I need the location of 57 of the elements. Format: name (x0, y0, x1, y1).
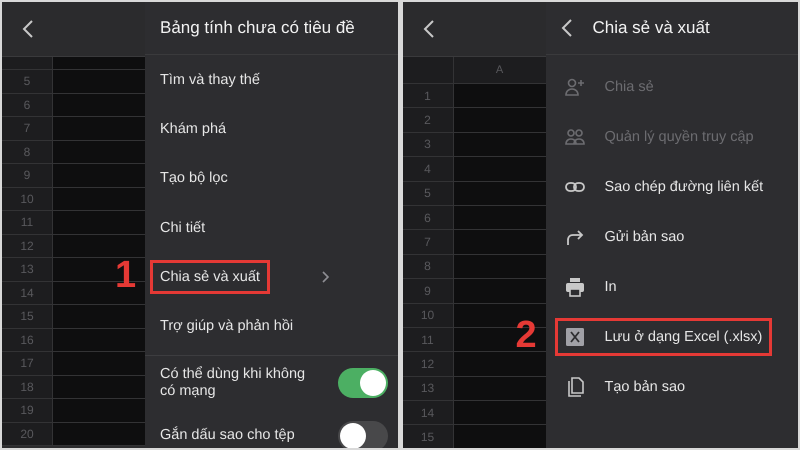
menu-item[interactable]: Tạo bộ lọc (160, 170, 228, 186)
row-number: 14 (402, 401, 454, 426)
row-number: 15 (402, 425, 454, 448)
menu-item[interactable]: Trợ giúp và phản hồi (160, 318, 294, 334)
row-number: 17 (2, 352, 53, 376)
row-number: 14 (2, 282, 53, 305)
menu-item[interactable]: Sao chép đường liên kết (604, 179, 764, 195)
back-icon[interactable] (422, 20, 434, 38)
row-number: 10 (2, 188, 53, 211)
row-number: 13 (2, 258, 53, 282)
people-icon (564, 127, 584, 147)
row-number: 16 (2, 328, 53, 352)
row-number: 7 (2, 117, 53, 140)
step-number: 2 (516, 314, 537, 357)
printer-icon (564, 277, 584, 297)
row-number: 5 (2, 70, 53, 94)
menu-item[interactable]: Tìm và thay thế (160, 72, 260, 88)
row-number: 1 (402, 84, 454, 108)
spreadsheet-file-icon (564, 327, 584, 347)
row-number: 6 (2, 94, 53, 117)
back-icon[interactable] (560, 19, 572, 37)
row-number: 12 (2, 234, 53, 258)
row-number: 6 (402, 206, 454, 230)
row-number: 3 (402, 132, 454, 158)
row-number: 15 (2, 305, 53, 328)
back-icon[interactable] (22, 20, 34, 38)
toggle-switch[interactable] (338, 368, 388, 398)
menu-item[interactable]: Lưu ở dạng Excel (.xlsx) (604, 329, 762, 345)
menu-item[interactable]: Tạo bản sao (604, 379, 686, 395)
row-number: 18 (2, 376, 53, 399)
row-number: 8 (2, 140, 53, 164)
menu-item[interactable]: Chia sẻ và xuất (160, 268, 260, 285)
menu-item[interactable]: Gửi bản sao (604, 229, 684, 245)
row-number: 13 (402, 376, 454, 402)
row-number: 11 (2, 211, 53, 234)
row-number: 19 (2, 399, 53, 422)
row-number: 8 (402, 254, 454, 280)
menu-item[interactable]: In (604, 279, 617, 295)
row-number: 20 (2, 422, 53, 446)
row-number: 2 (402, 108, 454, 133)
step-number: 1 (115, 254, 136, 298)
row-number: 9 (2, 164, 53, 188)
toggle-switch[interactable] (338, 420, 388, 448)
row-number: 10 (402, 304, 454, 328)
row-number: 11 (402, 328, 454, 352)
toggle-label: Gắn dấu sao cho tệp (160, 426, 296, 444)
toggle-label: Có thể dùng khi không có mạng (160, 366, 306, 401)
row-number: 7 (402, 230, 454, 255)
row-number: 12 (402, 352, 454, 377)
menu-item[interactable]: Chi tiết (160, 220, 206, 236)
person-add-icon (564, 77, 584, 97)
menu-item[interactable]: Khám phá (160, 120, 226, 137)
row-number: 4 (402, 157, 454, 182)
row-number: 5 (402, 182, 454, 206)
menu-title: Bảng tính chưa có tiêu đề (160, 18, 355, 38)
row-number: 9 (402, 279, 454, 304)
menu-title: Chia sẻ và xuất (592, 18, 710, 38)
